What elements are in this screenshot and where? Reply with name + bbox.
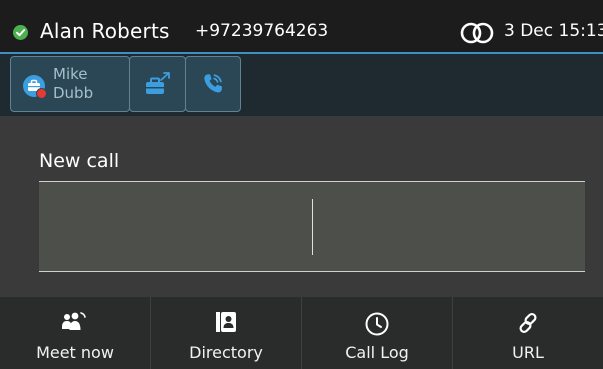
contact-first-name: Mike bbox=[53, 65, 88, 83]
clock-icon bbox=[365, 312, 389, 336]
link-icon bbox=[519, 312, 537, 334]
linked-circles-icon bbox=[460, 22, 494, 44]
contact-name: Mike Dubb bbox=[53, 65, 123, 103]
url-softkey[interactable]: URL bbox=[453, 297, 603, 369]
call-log-softkey[interactable]: Call Log bbox=[302, 297, 453, 369]
call-log-label: Call Log bbox=[345, 343, 409, 362]
user-name: Alan Roberts bbox=[40, 19, 170, 43]
meet-now-softkey[interactable]: Meet now bbox=[0, 297, 151, 369]
contact-avatar bbox=[23, 75, 47, 99]
status-bar: Alan Roberts +97239764263 3 Dec 15:13 bbox=[0, 0, 603, 54]
directory-label: Directory bbox=[189, 343, 263, 362]
new-call-label: New call bbox=[39, 150, 120, 172]
quick-bar: Mike Dubb bbox=[0, 54, 603, 116]
user-phone-number: +97239764263 bbox=[195, 21, 329, 41]
favorite-contact-tile[interactable]: Mike Dubb bbox=[10, 56, 130, 112]
transfer-briefcase-icon bbox=[145, 72, 170, 94]
text-cursor bbox=[312, 199, 313, 255]
date-time: 3 Dec 15:13 bbox=[504, 21, 603, 41]
meet-now-label: Meet now bbox=[36, 343, 114, 362]
url-label: URL bbox=[512, 343, 544, 362]
soft-key-bar: Meet now Directory Call Log URL bbox=[0, 297, 603, 369]
call-button[interactable] bbox=[185, 56, 241, 112]
dial-input-field[interactable] bbox=[39, 181, 585, 272]
directory-softkey[interactable]: Directory bbox=[151, 297, 302, 369]
phone-call-icon bbox=[204, 74, 222, 93]
meet-now-icon bbox=[62, 312, 86, 330]
transfer-button[interactable] bbox=[129, 56, 186, 112]
busy-status-dot bbox=[36, 88, 47, 99]
available-check-icon bbox=[13, 25, 28, 40]
contact-last-name: Dubb bbox=[53, 84, 94, 102]
directory-icon bbox=[216, 312, 236, 332]
